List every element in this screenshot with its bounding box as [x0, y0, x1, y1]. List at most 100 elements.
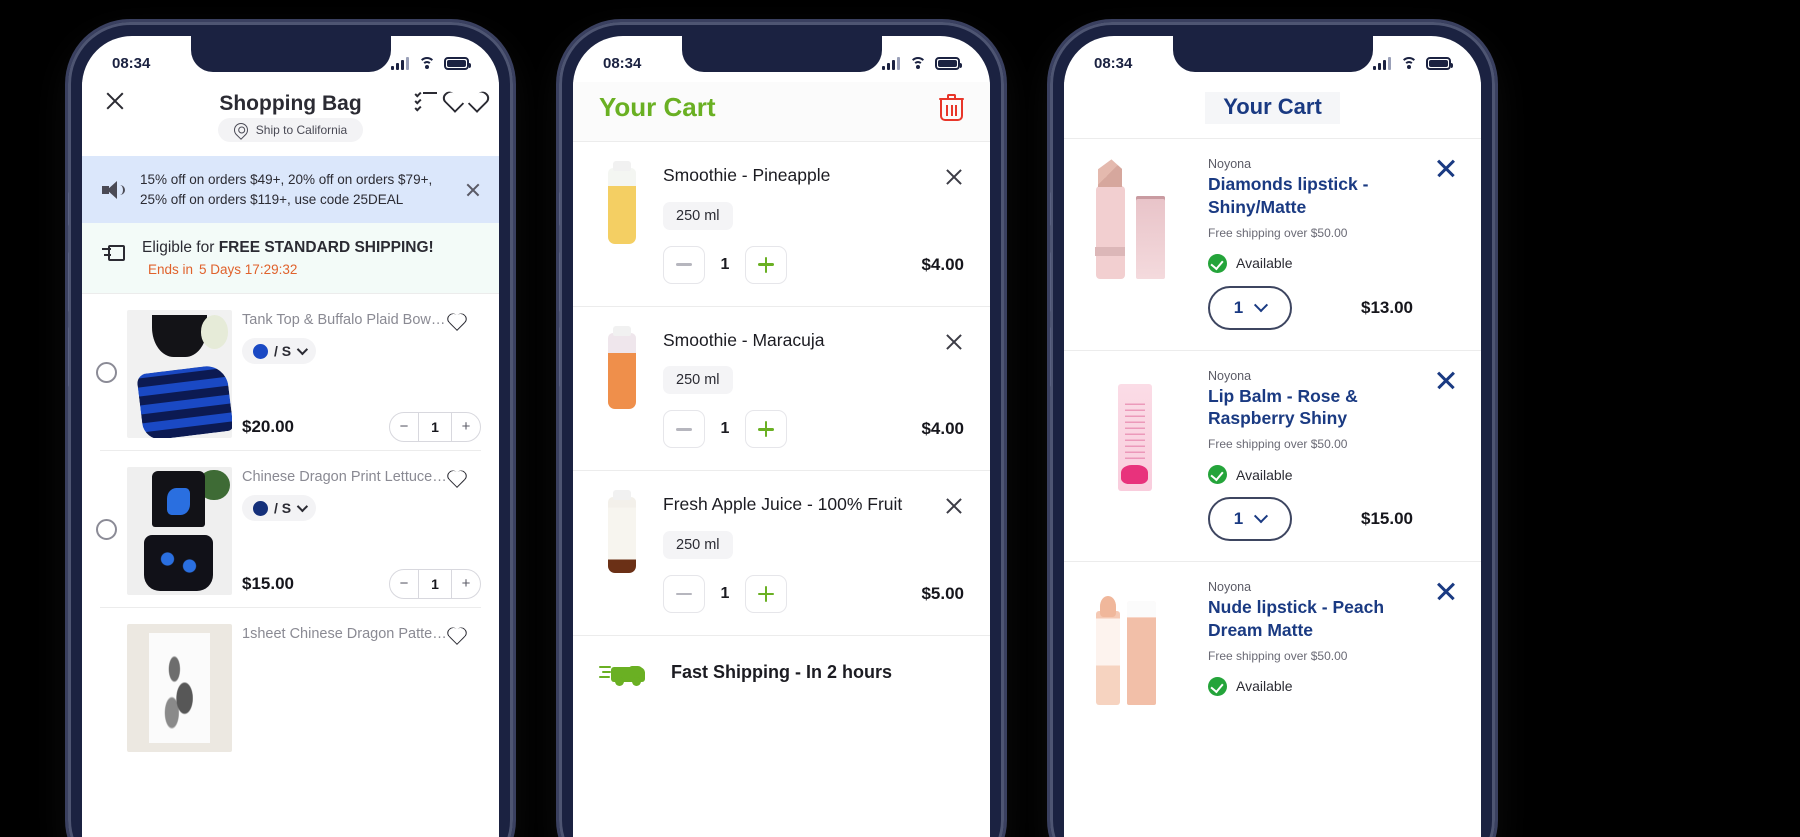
quantity-value: 1: [720, 255, 730, 273]
phone3-header: Your Cart: [1064, 82, 1481, 138]
phone3-volume-down-button[interactable]: [1050, 327, 1051, 387]
quantity-stepper[interactable]: 1: [663, 410, 787, 449]
color-swatch: [253, 500, 268, 516]
item-price: $4.00: [921, 419, 964, 439]
quantity-stepper[interactable]: 1: [663, 574, 787, 613]
battery-icon: [444, 56, 471, 70]
wishlist-heart-icon[interactable]: [455, 92, 477, 112]
increase-quantity-button[interactable]: +: [452, 570, 480, 598]
product-name[interactable]: Tank Top & Buffalo Plaid Bow D...: [242, 312, 447, 328]
phone1-volume-up-button[interactable]: [68, 252, 69, 312]
product-thumbnail[interactable]: [599, 325, 645, 409]
phone3-screen: 08:34 Your Cart Noyona Diamonds lipstick…: [1064, 36, 1481, 837]
phone1-volume-down-button[interactable]: [68, 327, 69, 387]
product-name[interactable]: Smoothie - Maracuja: [663, 329, 844, 353]
product-name[interactable]: Nude lipstick - Peach Dream Matte: [1208, 596, 1419, 642]
phone3-volume-up-button[interactable]: [1050, 252, 1051, 312]
size-badge: 250 ml: [663, 366, 733, 395]
item-select-radio[interactable]: [96, 362, 117, 384]
product-brand: Noyona: [1208, 368, 1252, 383]
free-shipping-prefix: Eligible for: [142, 239, 219, 257]
decrease-quantity-button[interactable]: −: [390, 570, 418, 598]
delivery-van-icon: [599, 660, 645, 686]
close-icon[interactable]: [104, 90, 126, 112]
quantity-value[interactable]: 1: [418, 570, 452, 599]
decrease-quantity-button[interactable]: [663, 410, 705, 449]
product-name[interactable]: Chinese Dragon Print Lettuce T...: [242, 469, 447, 485]
phone2-volume-up-button[interactable]: [559, 252, 560, 312]
phone2-volume-down-button[interactable]: [559, 327, 560, 387]
quantity-stepper[interactable]: − 1 +: [389, 569, 481, 600]
quantity-select[interactable]: 1: [1208, 285, 1292, 330]
product-thumbnail[interactable]: [1080, 369, 1192, 499]
remove-item-icon[interactable]: [944, 167, 964, 187]
increase-quantity-button[interactable]: +: [452, 413, 480, 441]
cart-item[interactable]: 1sheet Chinese Dragon Pattern...: [82, 608, 499, 760]
promo-text: 15% off on orders $49+, 20% off on order…: [140, 172, 433, 207]
checklist-icon[interactable]: [414, 90, 437, 112]
cart-item[interactable]: Tank Top & Buffalo Plaid Bow D... / S $2…: [82, 294, 499, 450]
remove-item-icon[interactable]: [944, 332, 964, 352]
size-badge: 250 ml: [663, 530, 733, 559]
page-title: Your Cart: [1205, 92, 1340, 124]
decrease-quantity-button[interactable]: −: [390, 413, 418, 441]
variant-selector[interactable]: / S: [242, 495, 317, 522]
phone1-header: Shopping Bag Ship to California: [82, 82, 499, 156]
cart-item[interactable]: Noyona Diamonds lipstick - Shiny/Matte F…: [1064, 139, 1481, 350]
quantity-stepper[interactable]: − 1 +: [389, 412, 481, 443]
product-thumbnail[interactable]: [127, 467, 232, 596]
quantity-select[interactable]: 1: [1208, 497, 1292, 541]
increase-quantity-button[interactable]: [745, 574, 787, 613]
fast-shipping-row: Fast Shipping - In 2 hours: [573, 636, 990, 710]
product-thumbnail[interactable]: [127, 310, 232, 439]
product-thumbnail[interactable]: [1080, 157, 1192, 287]
cart-item[interactable]: Chinese Dragon Print Lettuce T... / S $1…: [82, 451, 499, 607]
phone2-header: Your Cart: [573, 82, 990, 141]
status-time: 08:34: [112, 54, 151, 72]
product-thumbnail[interactable]: [127, 624, 232, 753]
check-circle-icon: [1208, 253, 1227, 273]
product-name[interactable]: Lip Balm - Rose & Raspberry Shiny: [1208, 385, 1419, 431]
phone1-mute-button[interactable]: [68, 192, 69, 226]
quantity-value: 1: [720, 584, 730, 602]
location-pin-icon: [230, 120, 251, 140]
item-select-radio[interactable]: [96, 519, 117, 541]
quantity-value[interactable]: 1: [418, 413, 452, 442]
increase-quantity-button[interactable]: [745, 410, 787, 449]
cart-item[interactable]: Fresh Apple Juice - 100% Fruit 250 ml 1 …: [573, 471, 990, 635]
ends-in-label: Ends in: [148, 262, 194, 278]
variant-selector[interactable]: / S: [242, 338, 317, 365]
cart-item[interactable]: Noyona Lip Balm - Rose & Raspberry Shiny…: [1064, 351, 1481, 562]
product-thumbnail[interactable]: [599, 161, 645, 244]
item-price: $15.00: [1361, 509, 1413, 528]
quantity-stepper[interactable]: 1: [663, 245, 787, 284]
wifi-icon: [909, 56, 926, 70]
decrease-quantity-button[interactable]: [663, 245, 705, 284]
availability-label: Available: [1236, 255, 1293, 271]
product-thumbnail[interactable]: [1080, 580, 1192, 710]
decrease-quantity-button[interactable]: [663, 574, 705, 613]
check-circle-icon: [1208, 465, 1227, 484]
cart-item[interactable]: Smoothie - Pineapple 250 ml 1 $4.00: [573, 142, 990, 306]
product-name[interactable]: Fresh Apple Juice - 100% Fruit: [663, 493, 922, 517]
product-thumbnail[interactable]: [599, 490, 645, 574]
item-price: $13.00: [1361, 297, 1413, 317]
phone2-mute-button[interactable]: [559, 192, 560, 226]
trash-icon[interactable]: [939, 93, 964, 122]
cart-item[interactable]: Noyona Nude lipstick - Peach Dream Matte…: [1064, 562, 1481, 730]
chevron-down-icon: [1254, 509, 1269, 524]
product-name[interactable]: Diamonds lipstick - Shiny/Matte: [1208, 173, 1419, 219]
product-name[interactable]: Smoothie - Pineapple: [663, 164, 850, 188]
phone3-mute-button[interactable]: [1050, 192, 1051, 226]
ship-to-pill[interactable]: Ship to California: [217, 118, 364, 142]
wifi-icon: [418, 56, 435, 70]
availability-label: Available: [1236, 678, 1293, 694]
promo-close-icon[interactable]: [465, 182, 481, 198]
shipping-truck-icon: [102, 243, 126, 265]
quantity-value: 1: [1233, 509, 1244, 528]
product-name[interactable]: 1sheet Chinese Dragon Pattern...: [242, 626, 447, 642]
remove-item-icon[interactable]: [944, 496, 964, 516]
increase-quantity-button[interactable]: [745, 245, 787, 284]
page-title: Your Cart: [599, 92, 716, 122]
cart-item[interactable]: Smoothie - Maracuja 250 ml 1 $4.00: [573, 307, 990, 471]
